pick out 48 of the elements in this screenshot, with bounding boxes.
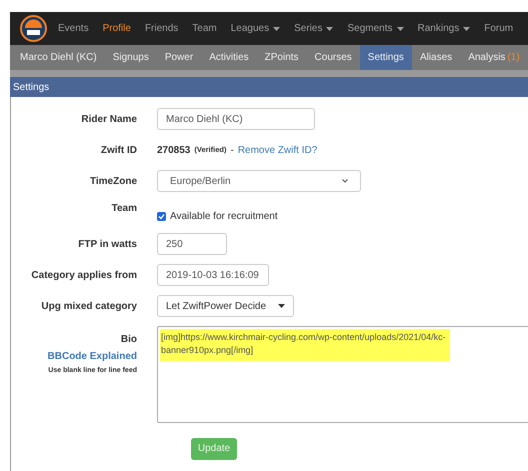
caret-icon: [396, 26, 404, 30]
nav-link[interactable]: Team: [185, 21, 224, 36]
field-label: Upg mixed category: [41, 300, 137, 312]
category-dropdown[interactable]: Let ZwiftPower Decide: [157, 295, 294, 317]
caret-icon: [273, 26, 280, 30]
subnav-tab[interactable]: Courses: [306, 45, 360, 70]
subnav-tab[interactable]: Aliases: [412, 45, 460, 70]
field-label: FTP in watts: [78, 238, 137, 250]
remove-zwift-id-link[interactable]: Remove Zwift ID?: [238, 142, 318, 158]
zwift-id: 270853: [157, 144, 190, 158]
nav-link[interactable]: Series: [287, 21, 340, 36]
subnav-tab[interactable]: Marco Diehl (KC): [12, 45, 105, 70]
panel-title: Settings: [13, 80, 50, 94]
chevron-down-icon: [342, 179, 348, 183]
subnav-tab[interactable]: Settings: [360, 45, 412, 70]
bio-textarea[interactable]: [img]https://www.kirchmair-cycling.com/wp-content/uploads/2021/04/kc- banner910px.png[/img]: [157, 326, 528, 423]
field-label: Category applies from: [31, 270, 137, 280]
subnav-tab[interactable]: Signups: [104, 45, 157, 70]
separator: -: [230, 144, 234, 158]
field-label: Bio: [120, 333, 137, 347]
caret-icon: [326, 26, 334, 30]
timezone-select[interactable]: Europe/Berlin: [157, 170, 361, 192]
checkbox-label: Available for recruitment: [170, 210, 278, 224]
caret-icon: [278, 304, 286, 308]
nav-link[interactable]: Forum: [477, 21, 520, 36]
nav-link[interactable]: Events: [51, 21, 96, 36]
subnav-tab[interactable]: Power: [156, 45, 202, 70]
checkbox[interactable]: [157, 212, 166, 221]
logo-icon[interactable]: [20, 15, 47, 42]
bio-text-line: banner910px.png[/img]: [161, 344, 254, 357]
subnav-tab[interactable]: Activities: [201, 45, 257, 70]
nav-link[interactable]: Segments: [340, 21, 411, 36]
nav-link[interactable]: Friends: [138, 21, 186, 36]
subnav-tab[interactable]: ZPoints: [256, 45, 307, 70]
input-field[interactable]: 2019-10-03 16:16:09: [157, 264, 269, 286]
bio-text-line: [img]https://www.kirchmair-cycling.com/wp-content/uploads/2021/04/kc-: [161, 331, 446, 344]
field-label: Zwift ID: [100, 144, 137, 156]
nav-link[interactable]: Leagues: [224, 21, 288, 36]
subnav-tab[interactable]: Analysis (1): [460, 45, 528, 70]
input-field[interactable]: 250: [157, 233, 227, 255]
field-label: Team: [112, 203, 137, 214]
caret-icon: [463, 26, 470, 30]
field-label: Rider Name: [81, 114, 137, 124]
nav-link[interactable]: Rankings: [410, 21, 478, 36]
bbcode-link[interactable]: BBCode Explained: [48, 349, 137, 364]
input-field[interactable]: Marco Diehl (KC): [157, 108, 315, 130]
field-label: TimeZone: [90, 176, 137, 186]
nav-link[interactable]: Profile: [96, 21, 138, 36]
